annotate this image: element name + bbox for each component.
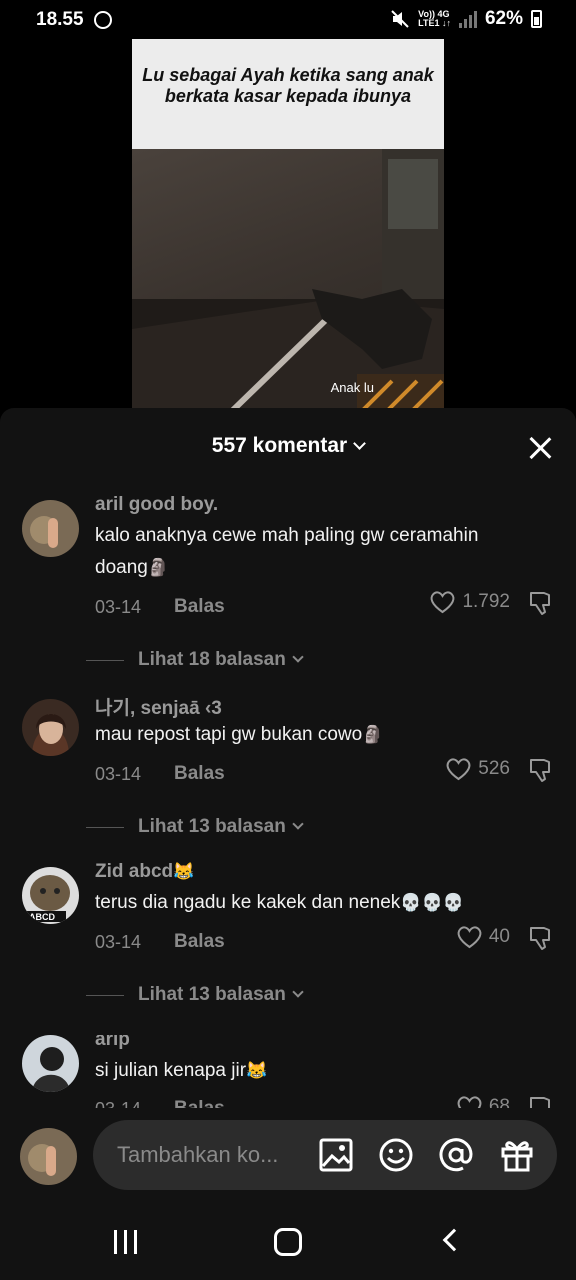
view-replies-button[interactable]: Lihat 18 balasan	[86, 649, 304, 671]
comments-header[interactable]: 557 komentar	[0, 434, 576, 458]
avatar[interactable]	[22, 699, 79, 756]
view-replies-label: Lihat 13 balasan	[138, 984, 286, 1005]
username-text: Zid abcd	[95, 861, 174, 882]
heart-icon	[457, 1096, 482, 1108]
like-button[interactable]: 68	[456, 1095, 510, 1108]
status-right: Vo)) 4G LTE1 ↓↑ 62%	[390, 8, 542, 30]
comments-count: 557 komentar	[211, 434, 348, 457]
like-button[interactable]: 1.792	[429, 590, 510, 614]
video-overlay-text: Anak lu	[330, 380, 374, 395]
like-count: 40	[488, 926, 510, 947]
status-bar: 18.55 Vo)) 4G LTE1 ↓↑ 62%	[0, 0, 576, 40]
comment-date: 03-14	[95, 764, 142, 784]
video-preview[interactable]: Lu sebagai Ayah ketika sang anak berkata…	[132, 39, 444, 411]
emoji-icon[interactable]	[378, 1137, 414, 1173]
comment-text: kalo anaknya cewe mah paling gw ceramahi…	[95, 520, 535, 584]
reply-button[interactable]: Balas	[174, 763, 225, 785]
close-icon[interactable]	[528, 436, 552, 460]
view-replies-button[interactable]: Lihat 13 balasan	[86, 984, 304, 1006]
signal-icon	[458, 10, 477, 28]
comment-item: arip si julian kenapa jir😹 03-14 Balas 6…	[0, 1035, 576, 1108]
comment-input[interactable]: Tambahkan ko...	[93, 1120, 557, 1190]
like-count: 526	[478, 758, 510, 779]
view-replies-label: Lihat 13 balasan	[138, 816, 286, 837]
image-icon[interactable]	[318, 1137, 354, 1173]
video-caption: Lu sebagai Ayah ketika sang anak berkata…	[132, 39, 444, 149]
video-scene-image	[132, 149, 444, 411]
chevron-down-icon	[292, 986, 304, 998]
chevron-down-icon	[292, 651, 304, 663]
avatar[interactable]: ABCD	[22, 867, 79, 924]
comment-body: mau repost tapi gw bukan cowo	[95, 724, 363, 745]
avatar[interactable]	[22, 1035, 79, 1092]
cat-emoji: 😹	[246, 1061, 268, 1080]
home-button[interactable]	[274, 1228, 302, 1256]
heart-icon	[446, 758, 471, 781]
comment-date: 03-14	[95, 597, 142, 617]
comment-text: terus dia ngadu ke kakek dan nenek💀💀💀	[95, 887, 535, 919]
comment-body: terus dia ngadu ke kakek dan nenek	[95, 892, 401, 913]
chevron-down-icon	[292, 818, 304, 830]
replies-divider	[86, 659, 124, 661]
heart-icon	[431, 591, 455, 614]
like-button[interactable]: 40	[456, 925, 510, 949]
network-indicator: Vo)) 4G LTE1 ↓↑	[418, 10, 451, 28]
recents-button[interactable]	[114, 1230, 137, 1254]
battery-percent: 62%	[484, 8, 523, 29]
like-count: 68	[488, 1096, 510, 1108]
notification-icon	[94, 11, 112, 29]
comment-text: mau repost tapi gw bukan cowo🗿	[95, 719, 535, 751]
back-button[interactable]	[442, 1228, 466, 1252]
skull-emoji: 💀💀💀	[400, 893, 464, 912]
dislike-icon[interactable]	[527, 925, 554, 951]
svg-text:ABCD: ABCD	[29, 912, 55, 922]
reply-button[interactable]: Balas	[174, 931, 225, 953]
view-replies-label: Lihat 18 balasan	[138, 649, 286, 670]
comment-body: si julian kenapa jir	[95, 1060, 247, 1081]
cat-emoji: 😹	[173, 862, 195, 881]
comment-username[interactable]: aril good boy.	[95, 494, 218, 516]
moai-emoji: 🗿	[362, 725, 384, 744]
video-frame: Anak lu	[132, 149, 444, 411]
status-time: 18.55	[36, 9, 84, 30]
dislike-icon[interactable]	[527, 757, 554, 783]
replies-divider	[86, 994, 124, 996]
comment-date: 03-14	[95, 932, 142, 952]
system-nav-bar	[0, 1204, 576, 1280]
dislike-icon[interactable]	[527, 590, 554, 616]
chevron-down-icon	[353, 437, 367, 450]
at-icon[interactable]	[438, 1137, 474, 1173]
replies-divider	[86, 826, 124, 828]
comment-text: si julian kenapa jir😹	[95, 1055, 535, 1087]
battery-icon	[531, 10, 542, 28]
view-replies-button[interactable]: Lihat 13 balasan	[86, 816, 304, 838]
comment-username[interactable]: Zid abcd😹	[95, 861, 194, 883]
comment-date: 03-14	[95, 1099, 141, 1108]
dislike-icon[interactable]	[527, 1095, 554, 1108]
reply-button[interactable]: Balas	[174, 1098, 225, 1108]
like-count: 1.792	[462, 591, 510, 612]
avatar[interactable]	[20, 1128, 77, 1185]
heart-icon	[457, 926, 482, 949]
comment-input-placeholder: Tambahkan ko...	[117, 1142, 279, 1167]
mute-icon	[391, 10, 409, 28]
comment-input-bar: Tambahkan ko...	[0, 1108, 576, 1204]
moai-emoji: 🗿	[147, 558, 170, 577]
comment-username[interactable]: arip	[95, 1035, 130, 1051]
reply-button[interactable]: Balas	[174, 596, 225, 618]
like-button[interactable]: 526	[445, 757, 510, 781]
network-bottom-text: LTE1 ↓↑	[418, 18, 451, 28]
comment-username[interactable]: 나기, senjaā ‹3	[95, 693, 222, 720]
avatar[interactable]	[22, 500, 79, 557]
gift-icon[interactable]	[499, 1137, 535, 1173]
